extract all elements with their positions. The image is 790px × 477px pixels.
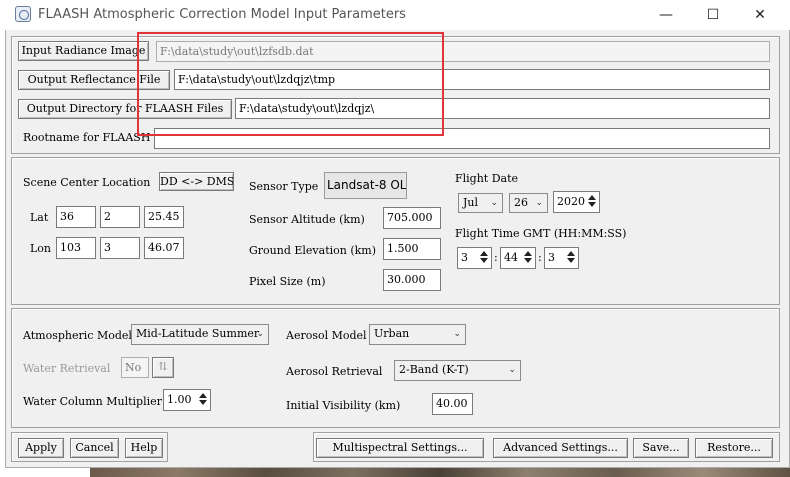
atmospheric-model-value: Mid-Latitude Summer [136, 327, 260, 340]
pixel-size-field[interactable]: 30.000 [383, 269, 441, 291]
cancel-button[interactable]: Cancel [70, 438, 119, 458]
flight-day-value: 26 [514, 196, 528, 209]
flight-second-field[interactable]: 3 [544, 247, 579, 269]
flight-hour-field[interactable]: 3 [457, 247, 492, 269]
lon-degrees-field[interactable]: 103 [56, 237, 96, 259]
restore-button[interactable]: Restore... [695, 438, 773, 458]
flight-month-dropdown[interactable]: Jul ⌄ [458, 193, 503, 213]
close-button[interactable]: ✕ [737, 2, 783, 28]
lat-label: Lat [30, 211, 49, 224]
aerosol-model-value: Urban [374, 327, 410, 340]
water-column-label: Water Column Multiplier [23, 395, 162, 408]
chevron-down-icon: ⌄ [535, 198, 543, 208]
flight-year-value: 2020 [557, 195, 585, 208]
pixel-size-label: Pixel Size (m) [249, 275, 326, 288]
water-column-value: 1.00 [167, 393, 192, 406]
advanced-settings-button[interactable]: Advanced Settings... [493, 438, 628, 458]
spinner-arrows-icon[interactable] [479, 249, 489, 265]
chevron-down-icon: ⌄ [508, 365, 516, 375]
dd-dms-button[interactable]: DD <-> DMS [159, 172, 234, 191]
sensor-type-selector[interactable]: Landsat-8 OLI [324, 172, 407, 199]
flight-year-field[interactable]: 2020 [553, 191, 600, 213]
lon-label: Lon [30, 242, 52, 255]
time-separator: : [538, 251, 542, 264]
flight-day-dropdown[interactable]: 26 ⌄ [509, 193, 548, 213]
atmospheric-model-label: Atmospheric Model [23, 329, 132, 342]
flight-minute-value: 44 [504, 251, 518, 264]
flight-hour-value: 3 [461, 251, 468, 264]
time-separator: : [494, 251, 498, 264]
ground-elevation-label: Ground Elevation (km) [249, 244, 377, 257]
atmospheric-model-dropdown[interactable]: Mid-Latitude Summer ⌄ [131, 324, 269, 345]
aerosol-retrieval-dropdown[interactable]: 2-Band (K-T) ⌄ [394, 360, 521, 381]
flight-time-label: Flight Time GMT (HH:MM:SS) [455, 227, 627, 240]
maximize-button[interactable]: ☐ [690, 2, 736, 28]
chevron-down-icon: ⌄ [490, 198, 498, 208]
aerosol-retrieval-label: Aerosol Retrieval [286, 365, 383, 378]
sensor-altitude-label: Sensor Altitude (km) [249, 213, 365, 226]
scene-center-label: Scene Center Location [23, 176, 151, 189]
lat-seconds-field[interactable]: 25.45 [144, 206, 184, 228]
lat-degrees-field[interactable]: 36 [56, 206, 96, 228]
sensor-altitude-field[interactable]: 705.000 [383, 207, 441, 229]
sensor-type-label: Sensor Type [249, 180, 319, 193]
apply-button[interactable]: Apply [18, 438, 64, 458]
toggle-arrows-icon: ⇅ [152, 357, 174, 378]
spinner-arrows-icon[interactable] [198, 391, 208, 407]
window-title: FLAASH Atmospheric Correction Model Inpu… [38, 7, 406, 22]
flight-month-value: Jul [463, 196, 479, 209]
ground-elevation-field[interactable]: 1.500 [383, 238, 441, 260]
flight-date-label: Flight Date [455, 172, 519, 185]
chevron-down-icon: ⌄ [256, 329, 264, 339]
initial-visibility-field[interactable]: 40.00 [432, 393, 473, 415]
water-column-field[interactable]: 1.00 [163, 389, 211, 411]
flight-minute-field[interactable]: 44 [500, 247, 536, 269]
multispectral-settings-button[interactable]: Multispectral Settings... [316, 438, 484, 458]
lon-minutes-field[interactable]: 3 [100, 237, 140, 259]
spinner-arrows-icon[interactable] [523, 249, 533, 265]
lat-minutes-field[interactable]: 2 [100, 206, 140, 228]
water-retrieval-label: Water Retrieval [23, 362, 111, 375]
spinner-arrows-icon[interactable] [566, 249, 576, 265]
app-icon [15, 6, 31, 22]
help-button[interactable]: Help [125, 438, 163, 458]
spinner-arrows-icon[interactable] [587, 193, 597, 209]
water-retrieval-field: No [121, 357, 149, 378]
minimize-button[interactable]: — [643, 2, 689, 28]
highlight-annotation-box [137, 32, 444, 136]
input-radiance-button[interactable]: Input Radiance Image [18, 41, 149, 61]
initial-visibility-label: Initial Visibility (km) [286, 399, 401, 412]
aerosol-model-label: Aerosol Model [286, 329, 367, 342]
aerosol-model-dropdown[interactable]: Urban ⌄ [369, 324, 466, 345]
chevron-down-icon: ⌄ [453, 329, 461, 339]
save-button[interactable]: Save... [633, 438, 689, 458]
flight-second-value: 3 [548, 251, 555, 264]
background-image-strip [90, 468, 790, 477]
lon-seconds-field[interactable]: 46.07 [144, 237, 184, 259]
aerosol-retrieval-value: 2-Band (K-T) [399, 363, 469, 376]
